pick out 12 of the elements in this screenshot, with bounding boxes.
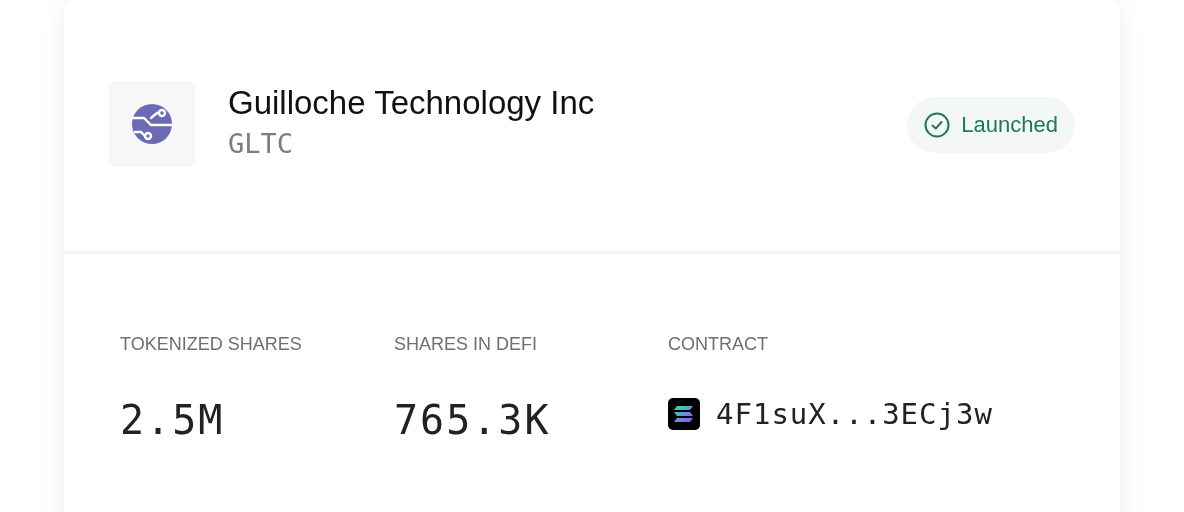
- stat-label: TOKENIZED SHARES: [120, 334, 303, 355]
- status-badge: Launched: [907, 96, 1075, 153]
- stat-value: 4F1suX...3ECj3w: [716, 397, 993, 431]
- stat-label: CONTRACT: [668, 334, 769, 355]
- ticker-symbol: GLTC: [228, 126, 295, 161]
- company-name: Guilloche Technology Inc: [228, 82, 596, 123]
- stat-value: 2.5M: [120, 397, 225, 443]
- circuit-icon: [131, 102, 173, 145]
- stat-label: SHARES IN DEFI: [394, 334, 539, 355]
- stat-value: 765.3K: [394, 397, 551, 443]
- chain-logo-icon: [668, 398, 700, 430]
- check-circle-icon: [924, 111, 951, 138]
